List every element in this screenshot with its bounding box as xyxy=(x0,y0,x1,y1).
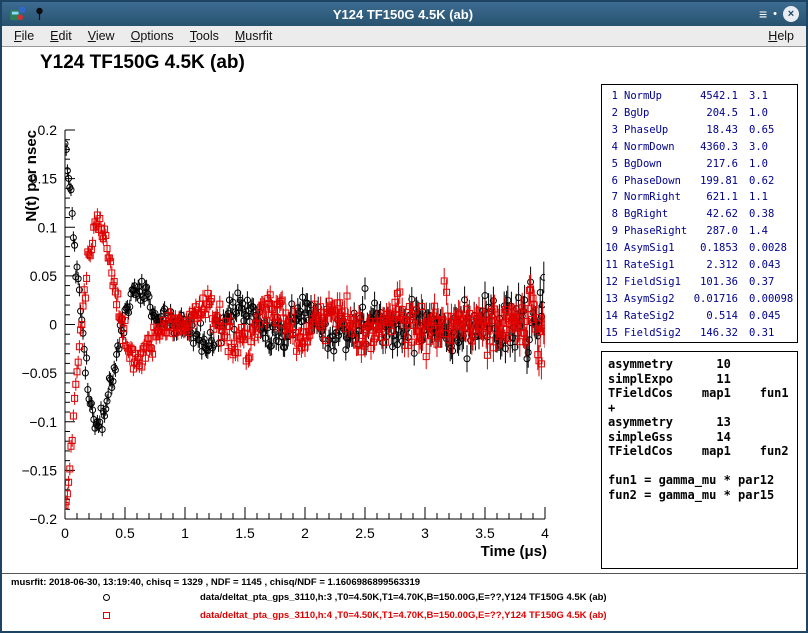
legend-label: data/deltat_pta_gps_3110,h:3 ,T0=4.50K,T… xyxy=(200,592,607,603)
legend-square-marker xyxy=(103,612,110,619)
fit-info: musrfit: 2018-06-30, 13:19:40, chisq = 1… xyxy=(11,577,420,588)
param-row: 5BgDown217.61.0 xyxy=(604,156,797,173)
param-row: 4NormDown4360.33.0 xyxy=(604,139,797,156)
plot-title: Y124 TF150G 4.5K (ab) xyxy=(40,52,245,74)
param-row: 11RateSig12.3120.043 xyxy=(604,257,797,274)
param-row: 6PhaseDown199.810.62 xyxy=(604,173,797,190)
menu-item-file[interactable]: File xyxy=(8,27,40,45)
param-row: 13AsymSig20.017160.00098 xyxy=(604,291,797,308)
param-row: 1NormUp4542.13.1 xyxy=(604,88,797,105)
param-row: 12FieldSig1101.360.37 xyxy=(604,274,797,291)
param-row: 9PhaseRight287.01.4 xyxy=(604,223,797,240)
menu-item-edit[interactable]: Edit xyxy=(44,27,78,45)
legend-item: data/deltat_pta_gps_3110,h:3 ,T0=4.50K,T… xyxy=(2,591,806,605)
menu-item-view[interactable]: View xyxy=(82,27,121,45)
plot-canvas[interactable] xyxy=(2,87,602,565)
menu-item-options[interactable]: Options xyxy=(125,27,180,45)
menu-item-musrfit[interactable]: Musrfit xyxy=(229,27,279,45)
param-row: 3PhaseUp18.430.65 xyxy=(604,122,797,139)
titlebar[interactable]: Y124 TF150G 4.5K (ab) ≡ • × xyxy=(2,2,806,26)
minimize-button[interactable]: • xyxy=(773,6,777,22)
param-row: 15FieldSig2146.320.31 xyxy=(604,325,797,342)
footer-divider xyxy=(2,573,806,574)
pin-icon[interactable] xyxy=(31,6,47,22)
app-icon xyxy=(9,6,25,22)
param-row: 10AsymSig10.18530.0028 xyxy=(604,240,797,257)
main-canvas-area: Y124 TF150G 4.5K (ab) 1NormUp4542.13.12B… xyxy=(2,47,806,631)
parameter-box: 1NormUp4542.13.12BgUp204.51.03PhaseUp18.… xyxy=(601,84,798,343)
theory-box: asymmetry 10 simplExpo 11 TFieldCos map1… xyxy=(601,351,798,569)
legend-label: data/deltat_pta_gps_3110,h:4 ,T0=4.50K,T… xyxy=(200,610,607,621)
menu-item-help[interactable]: Help xyxy=(762,27,800,45)
legend-circle-marker xyxy=(103,594,110,601)
window-menu-icon[interactable]: ≡ xyxy=(759,6,767,22)
param-row: 8BgRight42.620.38 xyxy=(604,206,797,223)
menu-item-tools[interactable]: Tools xyxy=(184,27,225,45)
window-title: Y124 TF150G 4.5K (ab) xyxy=(53,7,753,22)
menu-right: Help xyxy=(762,29,800,43)
param-row: 14RateSig20.5140.045 xyxy=(604,308,797,325)
param-row: 7NormRight621.11.1 xyxy=(604,189,797,206)
close-button[interactable]: × xyxy=(783,6,799,22)
application-window: Y124 TF150G 4.5K (ab) ≡ • × FileEditView… xyxy=(0,0,808,633)
menubar: FileEditViewOptionsToolsMusrfit Help xyxy=(2,26,806,47)
legend-item: data/deltat_pta_gps_3110,h:4 ,T0=4.50K,T… xyxy=(2,609,806,623)
menu-left: FileEditViewOptionsToolsMusrfit xyxy=(8,27,278,45)
param-row: 2BgUp204.51.0 xyxy=(604,105,797,122)
